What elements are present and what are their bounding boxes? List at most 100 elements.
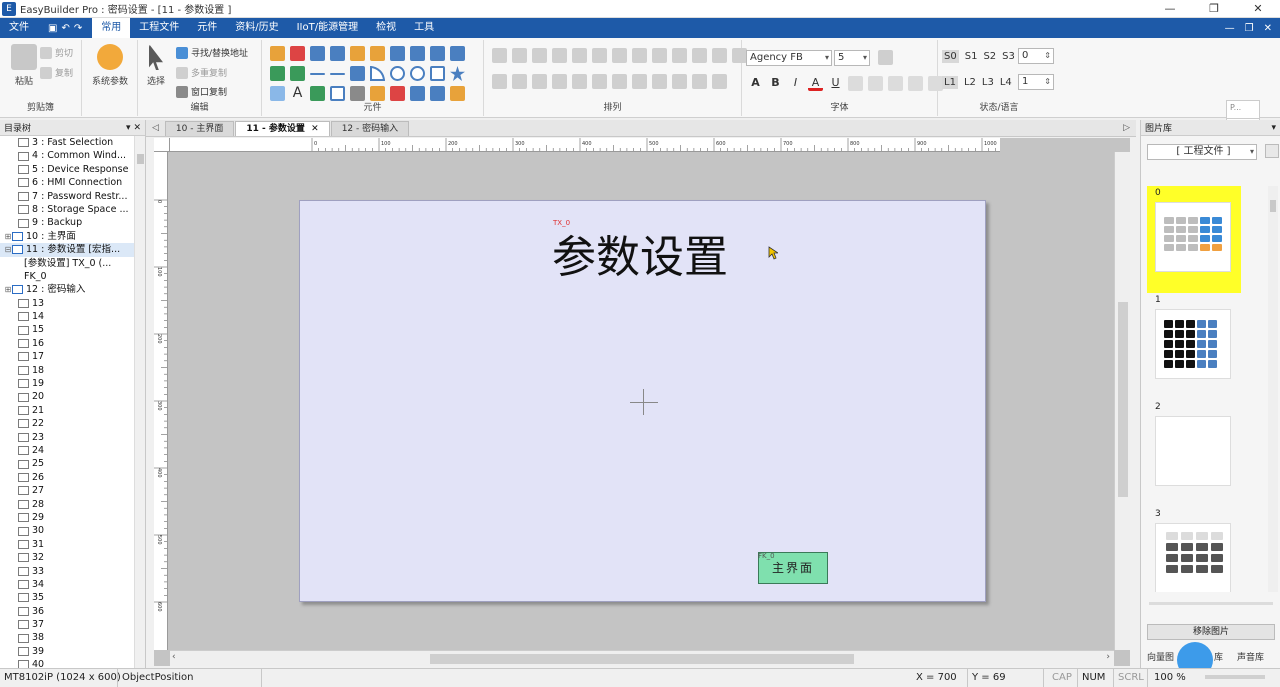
word-lamp-icon[interactable] [330, 46, 345, 61]
same-width-icon[interactable] [612, 48, 627, 63]
center-v-icon[interactable] [552, 74, 567, 89]
trend-icon[interactable] [350, 66, 365, 81]
meter-icon[interactable] [390, 86, 405, 101]
frame-icon[interactable] [330, 86, 345, 101]
rectangle-icon[interactable] [430, 66, 445, 81]
tree-item[interactable]: 5 : Device Response [0, 163, 134, 176]
picture-settings-icon[interactable] [1265, 144, 1279, 158]
tree-item[interactable]: 27 [0, 484, 134, 497]
slider-icon[interactable] [430, 46, 445, 61]
find-replace-button[interactable]: 寻找/替换地址 [176, 46, 248, 59]
tree-item[interactable]: ⊞ 10 : 主界面 [0, 230, 134, 243]
tree-item[interactable]: 35 [0, 591, 134, 604]
align-center-icon[interactable] [512, 48, 527, 63]
tree-item[interactable]: 32 [0, 551, 134, 564]
zoom-slider[interactable] [1205, 675, 1265, 679]
page-title-text-object[interactable]: 参数设置 [552, 221, 728, 285]
cut-button[interactable]: 剪切 [40, 46, 73, 59]
lock-icon[interactable] [612, 74, 627, 89]
menu-iiot[interactable]: IIoT/能源管理 [288, 18, 368, 38]
tree-item[interactable]: 16 [0, 337, 134, 350]
align-text-center-icon[interactable] [868, 76, 883, 91]
maximize-button[interactable]: ❐ [1192, 0, 1236, 18]
tree-item[interactable]: 9 : Backup [0, 216, 134, 229]
tree-item[interactable]: 40 [0, 658, 134, 668]
table-icon[interactable] [350, 86, 365, 101]
tab-parameter-settings[interactable]: 11 - 参数设置 ✕ [235, 121, 330, 136]
scroll-thumb[interactable] [1270, 200, 1276, 212]
minimize-button[interactable]: — [1148, 0, 1192, 18]
scroll-thumb[interactable] [430, 654, 854, 664]
tab-vector-library[interactable]: 向量图 [1147, 650, 1174, 663]
tree-item[interactable]: 26 [0, 471, 134, 484]
macro-icon[interactable] [450, 86, 465, 101]
star-icon[interactable] [450, 66, 465, 81]
tree-item[interactable]: 8 : Storage Space ... [0, 203, 134, 216]
expand-toggle-icon[interactable]: ⊞ [4, 230, 12, 243]
language-value-input[interactable]: 1 ⇕ [1018, 74, 1054, 90]
ungroup-icon[interactable] [692, 48, 707, 63]
tree-item[interactable]: 7 : Password Restr... [0, 190, 134, 203]
tree-item[interactable]: ⊟ 11 : 参数设置 [宏指... [0, 243, 134, 257]
function-key-icon[interactable] [390, 46, 405, 61]
gallery-item[interactable]: 1 [1147, 293, 1241, 400]
chevron-down-icon[interactable]: ▾ [126, 123, 131, 133]
tab-main-screen[interactable]: 10 - 主界面 [164, 121, 235, 136]
gallery-item[interactable]: 3 [1147, 507, 1241, 592]
tree-item[interactable]: 6 : HMI Connection [0, 176, 134, 189]
underline-icon[interactable]: U [828, 76, 843, 91]
tab-close-icon[interactable]: ✕ [311, 124, 319, 134]
bold-icon[interactable]: A [748, 76, 763, 91]
menu-objects[interactable]: 元件 [188, 18, 226, 38]
tree-item[interactable]: 13 [0, 297, 134, 310]
order-icon[interactable] [652, 74, 667, 89]
pie-icon[interactable] [410, 66, 425, 81]
copy-button[interactable]: 复制 [40, 66, 73, 79]
mdi-close-icon[interactable]: ✕ [1264, 23, 1272, 34]
font-color-icon[interactable] [878, 50, 893, 65]
scroll-left-icon[interactable]: ‹ [172, 652, 176, 662]
thumbnail-size-slider[interactable] [1149, 602, 1273, 605]
italic-icon[interactable]: I [788, 76, 803, 91]
align-bottom-icon[interactable] [592, 48, 607, 63]
tree-item[interactable]: 20 [0, 390, 134, 403]
bold-button-icon[interactable]: B [768, 76, 783, 91]
align-text-justify-icon[interactable] [908, 76, 923, 91]
close-icon[interactable]: ✕ [133, 123, 141, 133]
chevron-down-icon[interactable]: ▾ [1271, 123, 1276, 133]
tree-item[interactable]: 34 [0, 578, 134, 591]
tree-item[interactable]: 29 [0, 511, 134, 524]
tree-scrollbar[interactable] [134, 136, 145, 668]
same-size-icon[interactable] [652, 48, 667, 63]
window-copy-button[interactable]: 窗口复制 [176, 85, 227, 98]
tree-item[interactable]: 14 [0, 310, 134, 323]
ascii-icon[interactable] [290, 66, 305, 81]
space-v-icon[interactable] [512, 74, 527, 89]
tree-item[interactable]: 17 [0, 350, 134, 363]
text-icon[interactable]: A [290, 86, 305, 101]
multi-copy-button[interactable]: 多重复制 [176, 66, 227, 79]
state-s0-button[interactable]: S0 [942, 50, 959, 63]
menu-project[interactable]: 工程文件 [130, 18, 188, 38]
expand-toggle-icon[interactable]: ⊞ [4, 283, 12, 296]
gallery-item[interactable]: 2 [1147, 400, 1241, 507]
tree-item[interactable]: 28 [0, 498, 134, 511]
bulb-icon[interactable] [270, 46, 285, 61]
snap-icon[interactable] [672, 74, 687, 89]
menu-view[interactable]: 检视 [367, 18, 405, 38]
bit-lamp-icon[interactable] [310, 46, 325, 61]
tree-item[interactable]: 22 [0, 417, 134, 430]
save-icon[interactable]: ▣ [48, 23, 57, 34]
numeric-icon[interactable] [270, 66, 285, 81]
tree-item[interactable]: 19 [0, 377, 134, 390]
remove-picture-button[interactable]: 移除图片 [1147, 624, 1275, 640]
guide-icon[interactable] [712, 74, 727, 89]
tab-picture-library[interactable]: 库 [1214, 650, 1223, 663]
redo-icon[interactable]: ↷ [74, 23, 82, 34]
tree-item[interactable]: 30 [0, 524, 134, 537]
mdi-minimize-icon[interactable]: — [1225, 23, 1235, 34]
close-button[interactable]: ✕ [1236, 0, 1280, 18]
tree-item[interactable]: ⊞ 12 : 密码输入 [0, 283, 134, 296]
system-params-button[interactable]: 系统参数 [88, 44, 132, 87]
tree-item[interactable]: 36 [0, 605, 134, 618]
